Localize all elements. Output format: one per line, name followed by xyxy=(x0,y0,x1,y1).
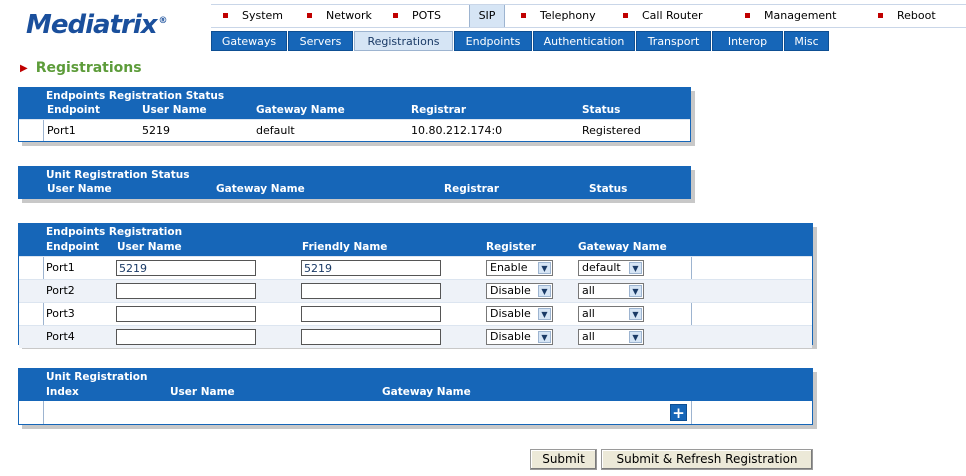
bullet-icon xyxy=(393,12,398,18)
chevron-down-icon: ▼ xyxy=(629,331,642,343)
unit-registration-table: Unit Registration Index User Name Gatewa… xyxy=(18,368,813,425)
tab-transport[interactable]: Transport xyxy=(636,31,711,51)
bullet-icon xyxy=(623,12,628,18)
col-endpoint: Endpoint xyxy=(46,241,99,253)
tab-servers[interactable]: Servers xyxy=(288,31,353,51)
col-registrar: Registrar xyxy=(411,104,467,116)
cell-endpoint: Port1 xyxy=(47,124,76,137)
tab-registrations[interactable]: Registrations xyxy=(354,31,453,51)
cell-endpoint: Port4 xyxy=(46,330,75,343)
table-title: Unit Registration xyxy=(46,371,148,383)
table-title: Endpoints Registration Status xyxy=(46,90,225,102)
top-nav-network[interactable]: Network xyxy=(307,5,372,27)
col-user-name: User Name xyxy=(142,104,207,116)
top-nav-reboot[interactable]: Reboot xyxy=(878,5,936,27)
chevron-down-icon: ▼ xyxy=(629,285,642,297)
cell-endpoint: Port3 xyxy=(46,307,75,320)
chevron-down-icon: ▼ xyxy=(538,308,551,320)
gateway-name-select[interactable]: all ▼ xyxy=(578,329,644,345)
register-select[interactable]: Enable ▼ xyxy=(486,260,553,276)
gateway-name-select[interactable]: all ▼ xyxy=(578,283,644,299)
table-row: Port2 Disable ▼ all ▼ xyxy=(19,279,812,302)
col-gateway-name: Gateway Name xyxy=(578,241,667,253)
col-status: Status xyxy=(589,183,628,195)
tab-authentication[interactable]: Authentication xyxy=(533,31,635,51)
unit-registration-status-table: Unit Registration Status User Name Gatew… xyxy=(18,166,691,199)
user-name-input[interactable] xyxy=(116,306,256,322)
col-registrar: Registrar xyxy=(444,183,500,195)
arrow-right-icon: ▶ xyxy=(20,63,28,74)
gateway-name-select[interactable]: all ▼ xyxy=(578,306,644,322)
chevron-down-icon: ▼ xyxy=(538,285,551,297)
bullet-icon xyxy=(745,12,750,18)
cell-status: Registered xyxy=(582,124,641,137)
add-row-button[interactable]: + xyxy=(670,404,687,421)
top-nav-pots[interactable]: POTS xyxy=(393,5,441,27)
cell-gateway: default xyxy=(256,124,295,137)
bullet-icon xyxy=(223,12,228,18)
col-gateway-name: Gateway Name xyxy=(256,104,345,116)
register-select[interactable]: Disable ▼ xyxy=(486,329,553,345)
chevron-down-icon: ▼ xyxy=(629,262,642,274)
table-row: Port3 Disable ▼ all ▼ xyxy=(19,302,812,325)
col-user-name: User Name xyxy=(47,183,112,195)
tab-endpoints[interactable]: Endpoints xyxy=(454,31,532,51)
top-nav-management[interactable]: Management xyxy=(745,5,836,27)
gateway-name-select[interactable]: default ▼ xyxy=(578,260,644,276)
cell-endpoint: Port1 xyxy=(46,261,75,274)
bullet-icon xyxy=(878,12,883,18)
col-user-name: User Name xyxy=(170,386,235,398)
page-title: ▶ Registrations xyxy=(20,60,142,76)
cell-user: 5219 xyxy=(142,124,170,137)
chevron-down-icon: ▼ xyxy=(538,262,551,274)
tab-misc[interactable]: Misc xyxy=(784,31,829,51)
tab-gateways[interactable]: Gateways xyxy=(211,31,287,51)
cell-endpoint: Port2 xyxy=(46,284,75,297)
tab-interop[interactable]: Interop xyxy=(712,31,783,51)
friendly-name-input[interactable] xyxy=(301,283,441,299)
user-name-input[interactable] xyxy=(116,260,256,276)
friendly-name-input[interactable] xyxy=(301,260,441,276)
friendly-name-input[interactable] xyxy=(301,329,441,345)
table-header: Unit Registration Index User Name Gatewa… xyxy=(19,369,812,401)
register-select[interactable]: Disable ▼ xyxy=(486,306,553,322)
user-name-input[interactable] xyxy=(116,329,256,345)
top-nav-sip[interactable]: SIP xyxy=(469,5,505,27)
submit-button[interactable]: Submit xyxy=(530,449,597,470)
col-endpoint: Endpoint xyxy=(47,104,100,116)
chevron-down-icon: ▼ xyxy=(538,331,551,343)
col-gateway-name: Gateway Name xyxy=(382,386,471,398)
top-nav-telephony[interactable]: Telephony xyxy=(521,5,596,27)
table-header: Endpoints Registration Endpoint User Nam… xyxy=(19,224,812,256)
table-header: Unit Registration Status User Name Gatew… xyxy=(19,167,690,198)
bullet-icon xyxy=(521,12,526,18)
col-status: Status xyxy=(582,104,621,116)
col-gateway-name: Gateway Name xyxy=(216,183,305,195)
col-register: Register xyxy=(486,241,536,253)
table-row: Port1 5219 default 10.80.212.174:0 Regis… xyxy=(19,119,690,142)
bullet-icon xyxy=(307,12,312,18)
table-header: Endpoints Registration Status Endpoint U… xyxy=(19,88,690,119)
top-nav-system[interactable]: System xyxy=(223,5,283,27)
register-select[interactable]: Disable ▼ xyxy=(486,283,553,299)
mediatrix-logo: Mediatrix ® xyxy=(26,10,168,40)
table-title: Unit Registration Status xyxy=(46,169,190,181)
cell-registrar: 10.80.212.174:0 xyxy=(411,124,503,137)
table-row: Port1 Enable▼ default▼ xyxy=(19,256,812,279)
col-index: Index xyxy=(46,386,79,398)
chevron-down-icon: ▼ xyxy=(629,308,642,320)
friendly-name-input[interactable] xyxy=(301,306,441,322)
submit-refresh-button[interactable]: Submit & Refresh Registration xyxy=(601,449,813,470)
endpoints-registration-status-table: Endpoints Registration Status Endpoint U… xyxy=(18,87,691,142)
user-name-input[interactable] xyxy=(116,283,256,299)
endpoints-registration-table: Endpoints Registration Endpoint User Nam… xyxy=(18,223,813,348)
table-title: Endpoints Registration xyxy=(46,226,183,238)
col-friendly-name: Friendly Name xyxy=(302,241,388,253)
table-row: Port4 Disable ▼ all ▼ xyxy=(19,325,812,348)
top-nav-call-router[interactable]: Call Router xyxy=(623,5,702,27)
col-user-name: User Name xyxy=(117,241,182,253)
top-nav: System Network POTS SIP Telephony Call R… xyxy=(211,4,966,28)
